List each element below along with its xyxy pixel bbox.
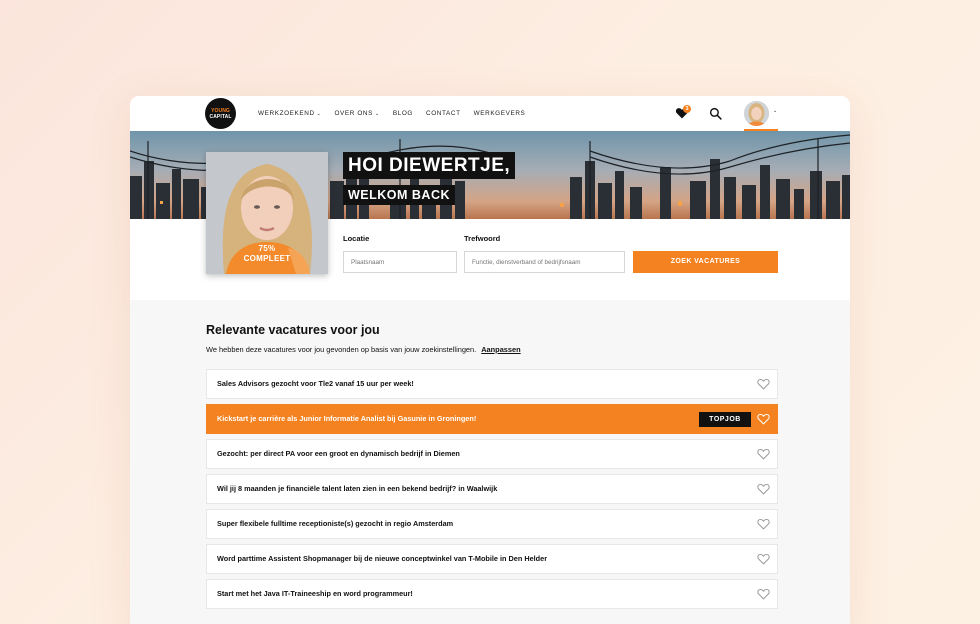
section-description: We hebben deze vacatures voor jou gevond…	[206, 345, 521, 354]
favorites-count-badge: 3	[683, 105, 691, 113]
menu-item-label: WERKGEVERS	[473, 110, 526, 117]
browser-window: YOUNG CAPITAL WERKZOEKEND ⌄ OVER ONS ⌄ B…	[130, 96, 850, 624]
vacancy-row[interactable]: Word parttime Assistent Shopmanager bij …	[206, 544, 778, 574]
vacancy-row[interactable]: Gezocht: per direct PA voor een groot en…	[206, 439, 778, 469]
topjob-badge: TOPJOB	[699, 412, 751, 427]
chevron-down-icon[interactable]: ⌄	[773, 108, 777, 114]
heart-outline-icon[interactable]	[757, 448, 770, 460]
heart-outline-icon[interactable]	[757, 378, 770, 390]
heart-outline-icon[interactable]	[757, 413, 770, 425]
menu-item-label: CONTACT	[425, 110, 461, 117]
vacancy-row[interactable]: Wil jij 8 maanden je financiële talent l…	[206, 474, 778, 504]
logo-line-2: CAPITAL	[209, 113, 232, 120]
search-vacancies-button[interactable]: ZOEK VACATURES	[633, 251, 778, 273]
profile-status-label: COMPLEET	[243, 253, 291, 263]
menu-item-blog[interactable]: BLOG	[393, 110, 413, 117]
vacancy-row[interactable]: Start met het Java IT-Traineeship en wor…	[206, 579, 778, 609]
vacancy-title: Wil jij 8 maanden je financiële talent l…	[217, 484, 498, 493]
avatar-image	[744, 101, 769, 126]
section-subtitle: We hebben deze vacatures voor jou gevond…	[206, 345, 477, 354]
menu-item-label: OVER ONS	[334, 110, 374, 117]
vacancy-title: Kickstart je carrière als Junior Informa…	[217, 414, 477, 423]
welcome-subheading: WELKOM BACK	[343, 185, 456, 205]
heart-outline-icon[interactable]	[757, 588, 770, 600]
vacancies-section: Relevante vacatures voor jou We hebben d…	[130, 300, 850, 624]
profile-completion: 75% COMPLEET	[206, 244, 328, 263]
menu-item-werkzoekend[interactable]: WERKZOEKEND ⌄	[258, 110, 321, 117]
adjust-settings-link[interactable]: Aanpassen	[481, 345, 520, 354]
chevron-down-icon: ⌄	[316, 110, 322, 117]
vacancy-title: Start met het Java IT-Traineeship en wor…	[217, 589, 413, 598]
profile-photo[interactable]: 75% COMPLEET	[206, 152, 328, 274]
chevron-down-icon: ⌄	[375, 110, 380, 117]
vacancy-title: Word parttime Assistent Shopmanager bij …	[217, 554, 548, 563]
vacancy-title: Sales Advisors gezocht voor Tle2 vanaf 1…	[217, 379, 414, 388]
location-input[interactable]	[343, 251, 457, 273]
section-title: Relevante vacatures voor jou	[206, 323, 380, 337]
menu-item-label: BLOG	[392, 110, 413, 117]
keyword-label: Trefwoord	[464, 234, 501, 243]
menu-item-contact[interactable]: CONTACT	[426, 110, 461, 117]
vacancy-title: Gezocht: per direct PA voor een groot en…	[217, 449, 460, 458]
menu-item-werkgevers[interactable]: WERKGEVERS	[474, 110, 526, 117]
menu-item-label: WERKZOEKEND	[258, 110, 315, 117]
vacancy-row[interactable]: Super flexibele fulltime receptioniste(s…	[206, 509, 778, 539]
vacancy-title: Super flexibele fulltime receptioniste(s…	[217, 519, 454, 528]
vacancy-row-topjob[interactable]: Kickstart je carrière als Junior Informa…	[206, 404, 778, 434]
greeting-heading: HOI DIEWERTJE,	[343, 152, 516, 179]
vacancy-row[interactable]: Sales Advisors gezocht voor Tle2 vanaf 1…	[206, 369, 778, 399]
heart-outline-icon[interactable]	[757, 553, 770, 565]
heart-outline-icon[interactable]	[757, 483, 770, 495]
location-label: Locatie	[343, 234, 370, 243]
user-avatar[interactable]	[744, 101, 769, 126]
keyword-input[interactable]	[464, 251, 625, 273]
menu-item-over-ons[interactable]: OVER ONS ⌄	[334, 110, 379, 117]
top-navigation: YOUNG CAPITAL WERKZOEKEND ⌄ OVER ONS ⌄ B…	[130, 96, 850, 131]
profile-progress-value: 75%	[258, 244, 276, 253]
main-menu: WERKZOEKEND ⌄ OVER ONS ⌄ BLOG CONTACT WE…	[258, 96, 538, 131]
youngcapital-logo[interactable]: YOUNG CAPITAL	[205, 98, 236, 129]
search-icon[interactable]	[709, 107, 722, 120]
heart-outline-icon[interactable]	[757, 518, 770, 530]
